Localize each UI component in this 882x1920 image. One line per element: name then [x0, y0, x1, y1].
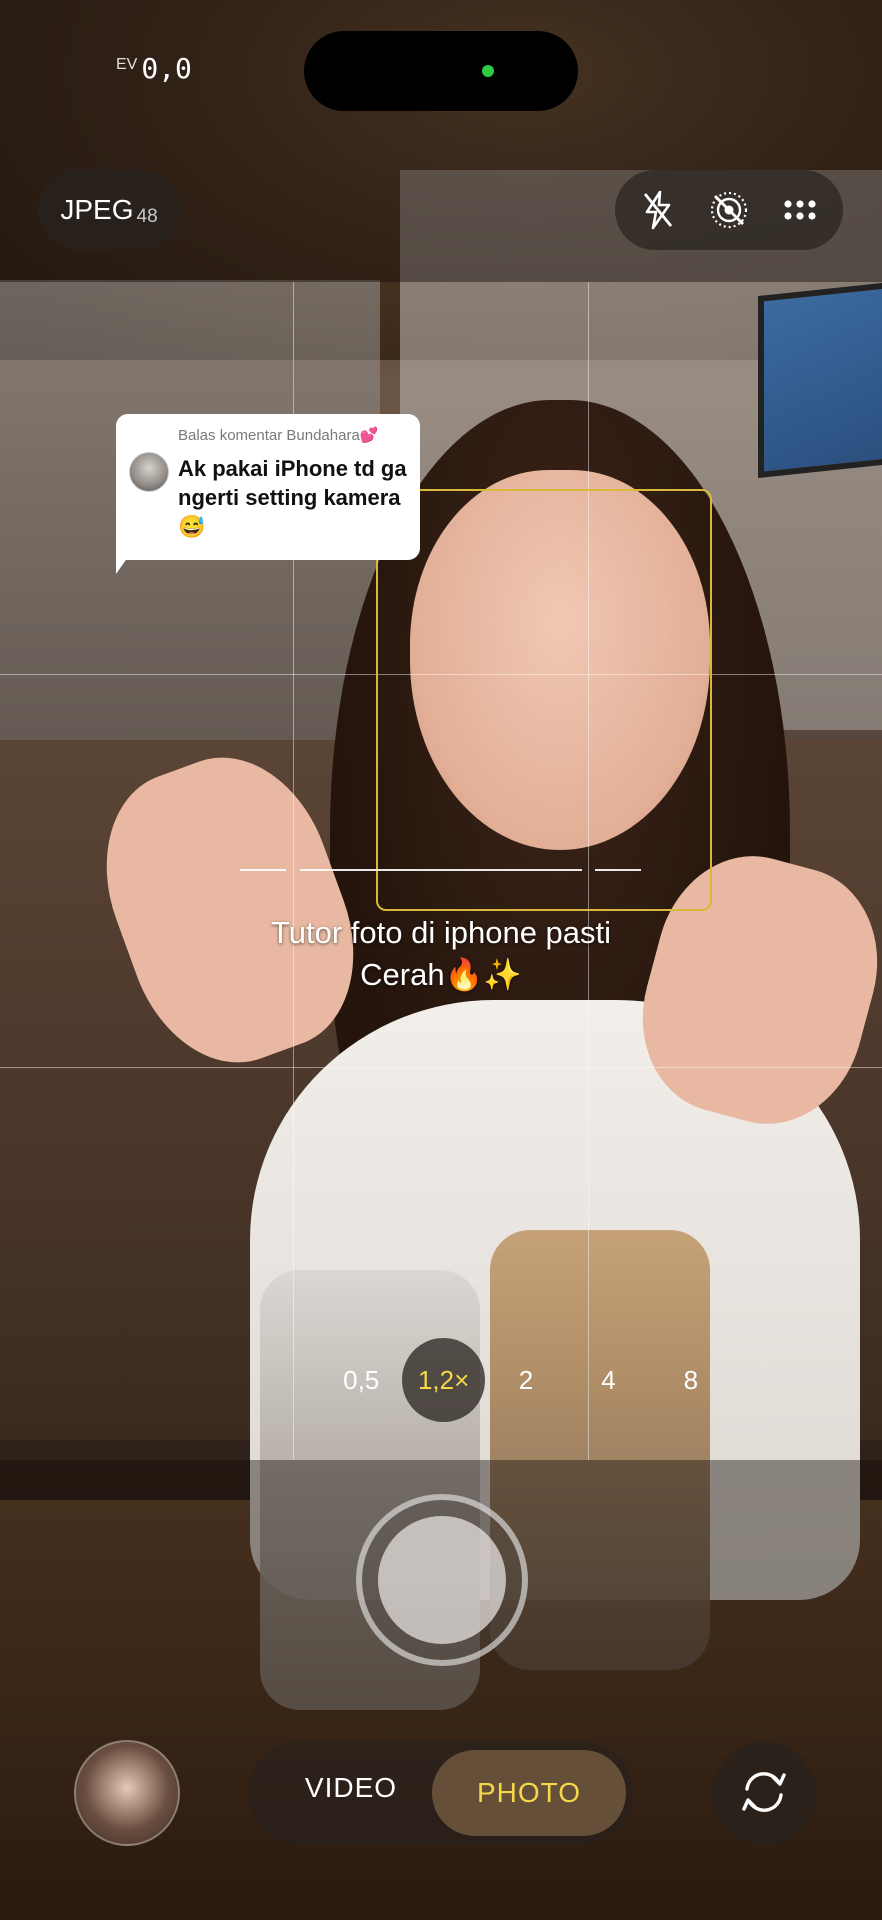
- level-indicator-right: [595, 869, 641, 871]
- flip-camera-button[interactable]: [712, 1742, 816, 1846]
- mode-photo-tab-selected[interactable]: PHOTO: [432, 1750, 626, 1836]
- mode-photo-label: PHOTO: [476, 1777, 582, 1808]
- format-toggle-button[interactable]: JPEG 48: [38, 170, 180, 250]
- flip-camera-icon: [737, 1767, 791, 1822]
- zoom-option-2[interactable]: 2: [485, 1338, 567, 1422]
- grid-line-horizontal-2: [0, 1067, 882, 1068]
- live-photo-off-icon[interactable]: [707, 188, 751, 232]
- video-caption: Tutor foto di iphone pasti Cerah🔥✨: [200, 912, 682, 996]
- level-indicator-left: [240, 869, 286, 871]
- caption-line-2: Cerah🔥✨: [360, 957, 522, 992]
- commenter-avatar: [129, 452, 169, 492]
- format-label: JPEG: [60, 194, 134, 225]
- dynamic-island: [304, 31, 578, 111]
- comment-reply-bubble[interactable]: Balas komentar Bundahara💕 Ak pakai iPhon…: [116, 414, 420, 560]
- level-indicator-center: [300, 869, 582, 871]
- zoom-option-8[interactable]: 8: [650, 1338, 732, 1422]
- focus-box[interactable]: [376, 489, 712, 911]
- caption-line-1: Tutor foto di iphone pasti: [270, 915, 612, 950]
- top-controls: [615, 170, 843, 250]
- last-photo-thumbnail[interactable]: [74, 1740, 180, 1846]
- mode-video-tab[interactable]: VIDEO: [296, 1772, 406, 1804]
- flash-off-icon[interactable]: [636, 188, 680, 232]
- background-tv: [758, 280, 882, 478]
- comment-header: Balas komentar Bundahara💕: [178, 427, 379, 444]
- more-options-icon[interactable]: [778, 188, 822, 232]
- exposure-label: EV: [116, 56, 138, 73]
- comment-text: Ak pakai iPhone td ga ngerti setting kam…: [178, 456, 407, 539]
- shutter-button-inner: [378, 1516, 506, 1644]
- format-megapixels: 48: [136, 206, 158, 227]
- zoom-selector: 0,5 1,2× 2 4 8: [320, 1338, 732, 1422]
- zoom-option-4[interactable]: 4: [567, 1338, 649, 1422]
- exposure-value: 0,0: [141, 52, 192, 85]
- camera-active-indicator: [482, 65, 494, 77]
- zoom-option-1-2-selected[interactable]: 1,2×: [402, 1338, 485, 1422]
- exposure-readout[interactable]: EV 0,0: [116, 52, 192, 85]
- camera-screen: EV 0,0 JPEG 48 Balas komentar Bundahara💕…: [0, 0, 882, 1920]
- zoom-option-0-5[interactable]: 0,5: [320, 1338, 402, 1422]
- shutter-button[interactable]: [356, 1494, 528, 1666]
